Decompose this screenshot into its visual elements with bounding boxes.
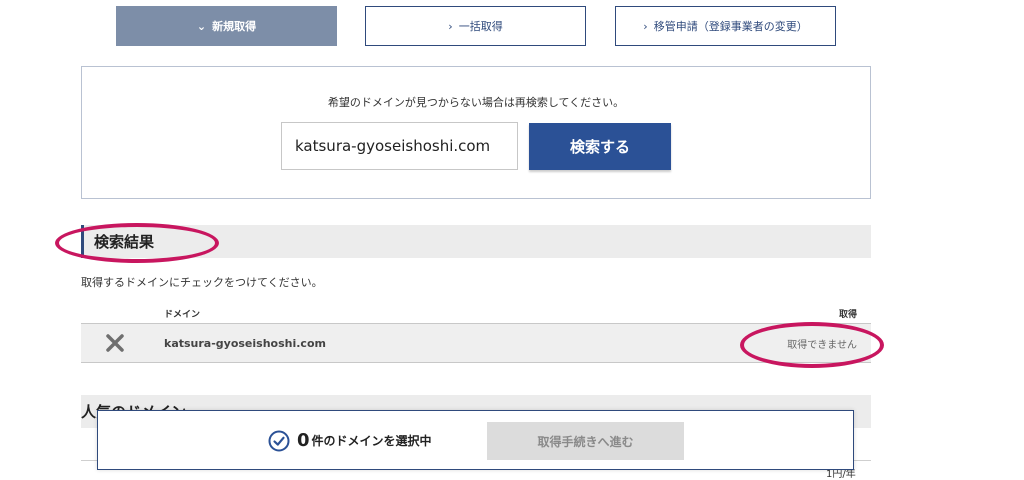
search-hint: 希望のドメインが見つからない場合は再検索してください。 bbox=[327, 96, 625, 109]
result-status: 取得できません bbox=[787, 339, 857, 351]
tab-new-registration[interactable]: ⌄ 新規取得 bbox=[116, 6, 337, 46]
table-row: katsura-gyoseishoshi.com 取得できません bbox=[81, 323, 871, 363]
tab-label: 一括取得 bbox=[458, 20, 503, 33]
section-accent bbox=[81, 225, 84, 258]
chevron-right-icon: › bbox=[448, 19, 453, 33]
check-circle-icon bbox=[268, 430, 290, 452]
chevron-right-icon: › bbox=[643, 19, 648, 33]
proceed-button[interactable]: 取得手続きへ進む bbox=[487, 422, 684, 460]
domain-search-input[interactable] bbox=[281, 122, 518, 170]
selection-label: 件のドメインを選択中 bbox=[311, 433, 432, 448]
results-title: 検索結果 bbox=[94, 233, 155, 251]
tab-bulk-registration[interactable]: › 一括取得 bbox=[365, 6, 586, 46]
tab-transfer-request[interactable]: › 移管申請（登録事業者の変更） bbox=[615, 6, 836, 46]
search-panel: 希望のドメインが見つからない場合は再検索してください。 検索する bbox=[81, 66, 871, 199]
column-header-domain: ドメイン bbox=[164, 310, 201, 320]
results-instruction: 取得するドメインにチェックをつけてください。 bbox=[81, 276, 323, 289]
selected-count: 0 bbox=[297, 429, 310, 451]
x-icon bbox=[106, 334, 124, 352]
result-domain-name: katsura-gyoseishoshi.com bbox=[164, 336, 326, 350]
chevron-down-icon: ⌄ bbox=[196, 19, 207, 33]
column-header-acquire: 取得 bbox=[839, 310, 858, 320]
search-button[interactable]: 検索する bbox=[529, 123, 671, 170]
selection-bar: 0 件のドメインを選択中 取得手続きへ進む bbox=[97, 410, 854, 470]
tab-label: 移管申請（登録事業者の変更） bbox=[653, 20, 808, 33]
selection-text: 0 件のドメインを選択中 bbox=[297, 411, 432, 469]
tab-label: 新規取得 bbox=[212, 20, 257, 33]
results-section-header: 検索結果 bbox=[81, 225, 871, 258]
